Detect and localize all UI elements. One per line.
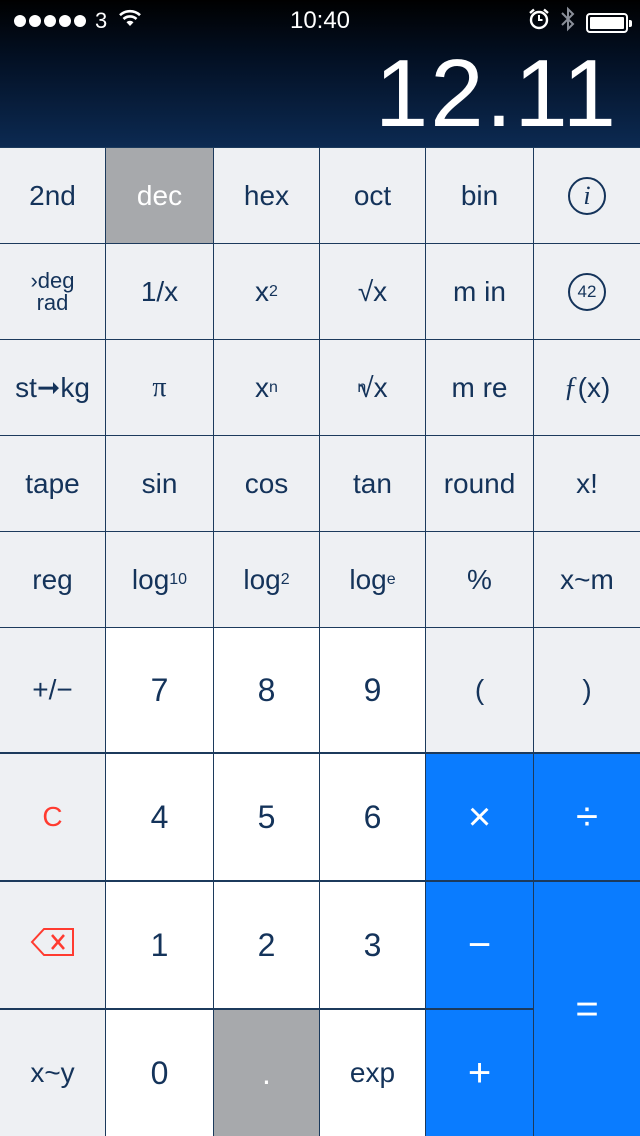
backspace-button[interactable] [0, 882, 105, 1008]
ln-base: log [349, 563, 387, 595]
power-exponent: n [269, 378, 278, 396]
alarm-icon [528, 8, 550, 37]
minus-button[interactable]: − [426, 882, 533, 1008]
memory-in-button[interactable]: m in [426, 244, 533, 339]
equals-button[interactable]: = [534, 882, 640, 1136]
pi-button[interactable]: π [106, 340, 213, 435]
log2-subscript: 2 [280, 570, 290, 588]
deg-rad-button[interactable]: ›deg rad [0, 244, 105, 339]
close-paren-button[interactable]: ) [534, 628, 640, 752]
open-paren-button[interactable]: ( [426, 628, 533, 752]
rad-label: rad [36, 289, 69, 315]
log10-subscript: 10 [169, 570, 188, 588]
plus-button[interactable]: + [426, 1010, 533, 1136]
digit-2-button[interactable]: 2 [214, 882, 319, 1008]
tape-button[interactable]: tape [0, 436, 105, 531]
answer-badge-icon: 42 [568, 272, 606, 311]
tan-button[interactable]: tan [320, 436, 425, 531]
sin-button[interactable]: sin [106, 436, 213, 531]
hex-mode-button[interactable]: hex [214, 148, 319, 243]
digit-8-button[interactable]: 8 [214, 628, 319, 752]
nth-root-button[interactable]: n √x [320, 340, 425, 435]
backspace-icon [30, 927, 76, 964]
divide-button[interactable]: ÷ [534, 754, 640, 880]
battery-icon [586, 12, 632, 33]
decimal-point-button[interactable]: . [214, 1010, 319, 1136]
dec-mode-button[interactable]: dec [106, 148, 213, 243]
info-button[interactable]: i [534, 148, 640, 243]
bin-mode-button[interactable]: bin [426, 148, 533, 243]
deg-label: ›deg [30, 267, 75, 293]
clear-button[interactable]: C [0, 754, 105, 880]
log10-button[interactable]: log 10 [106, 532, 213, 627]
stone-to-kg-button[interactable]: st➞kg [0, 340, 105, 435]
digit-6-button[interactable]: 6 [320, 754, 425, 880]
ln-button[interactable]: log e [320, 532, 425, 627]
calculator-display: 12.11 [374, 40, 618, 147]
sign-toggle-button[interactable]: +/− [0, 628, 105, 752]
square-root-button[interactable]: √x [320, 244, 425, 339]
swap-xy-button[interactable]: x~y [0, 1010, 105, 1136]
function-f: ƒ [563, 371, 578, 403]
round-button[interactable]: round [426, 436, 533, 531]
digit-0-button[interactable]: 0 [106, 1010, 213, 1136]
log2-button[interactable]: log 2 [214, 532, 319, 627]
function-button[interactable]: ƒ (x) [534, 340, 640, 435]
square-exponent: 2 [269, 282, 278, 300]
exponent-button[interactable]: exp [320, 1010, 425, 1136]
percent-button[interactable]: % [426, 532, 533, 627]
nth-root-symbol: √x [358, 371, 388, 403]
digit-3-button[interactable]: 3 [320, 882, 425, 1008]
status-bar: 3 10:40 [0, 0, 640, 40]
bluetooth-icon [560, 6, 576, 39]
deg-rad-label: ›deg rad [30, 267, 75, 315]
power-base: x [255, 371, 270, 403]
power-button[interactable]: xn [214, 340, 319, 435]
digit-1-button[interactable]: 1 [106, 882, 213, 1008]
log10-base: log [131, 563, 170, 595]
memory-recall-button[interactable]: m re [426, 340, 533, 435]
status-right [528, 6, 632, 39]
factorial-button[interactable]: x! [534, 436, 640, 531]
digit-4-button[interactable]: 4 [106, 754, 213, 880]
regression-button[interactable]: reg [0, 532, 105, 627]
cos-button[interactable]: cos [214, 436, 319, 531]
reciprocal-button[interactable]: 1/x [106, 244, 213, 339]
multiply-button[interactable]: × [426, 754, 533, 880]
function-arg: (x) [577, 371, 611, 403]
ln-subscript: e [386, 570, 396, 588]
log2-base: log [243, 563, 281, 595]
oct-mode-button[interactable]: oct [320, 148, 425, 243]
square-base: x [255, 275, 270, 307]
header: 3 10:40 12.11 [0, 0, 640, 147]
keypad: 2nd dec hex oct bin i ›deg rad 1/x x2 √x… [0, 147, 640, 1136]
second-function-button[interactable]: 2nd [0, 148, 105, 243]
answer-button[interactable]: 42 [534, 244, 640, 339]
square-button[interactable]: x2 [214, 244, 319, 339]
digit-5-button[interactable]: 5 [214, 754, 319, 880]
swap-memory-button[interactable]: x~m [534, 532, 640, 627]
digit-7-button[interactable]: 7 [106, 628, 213, 752]
digit-9-button[interactable]: 9 [320, 628, 425, 752]
info-icon: i [568, 176, 606, 215]
